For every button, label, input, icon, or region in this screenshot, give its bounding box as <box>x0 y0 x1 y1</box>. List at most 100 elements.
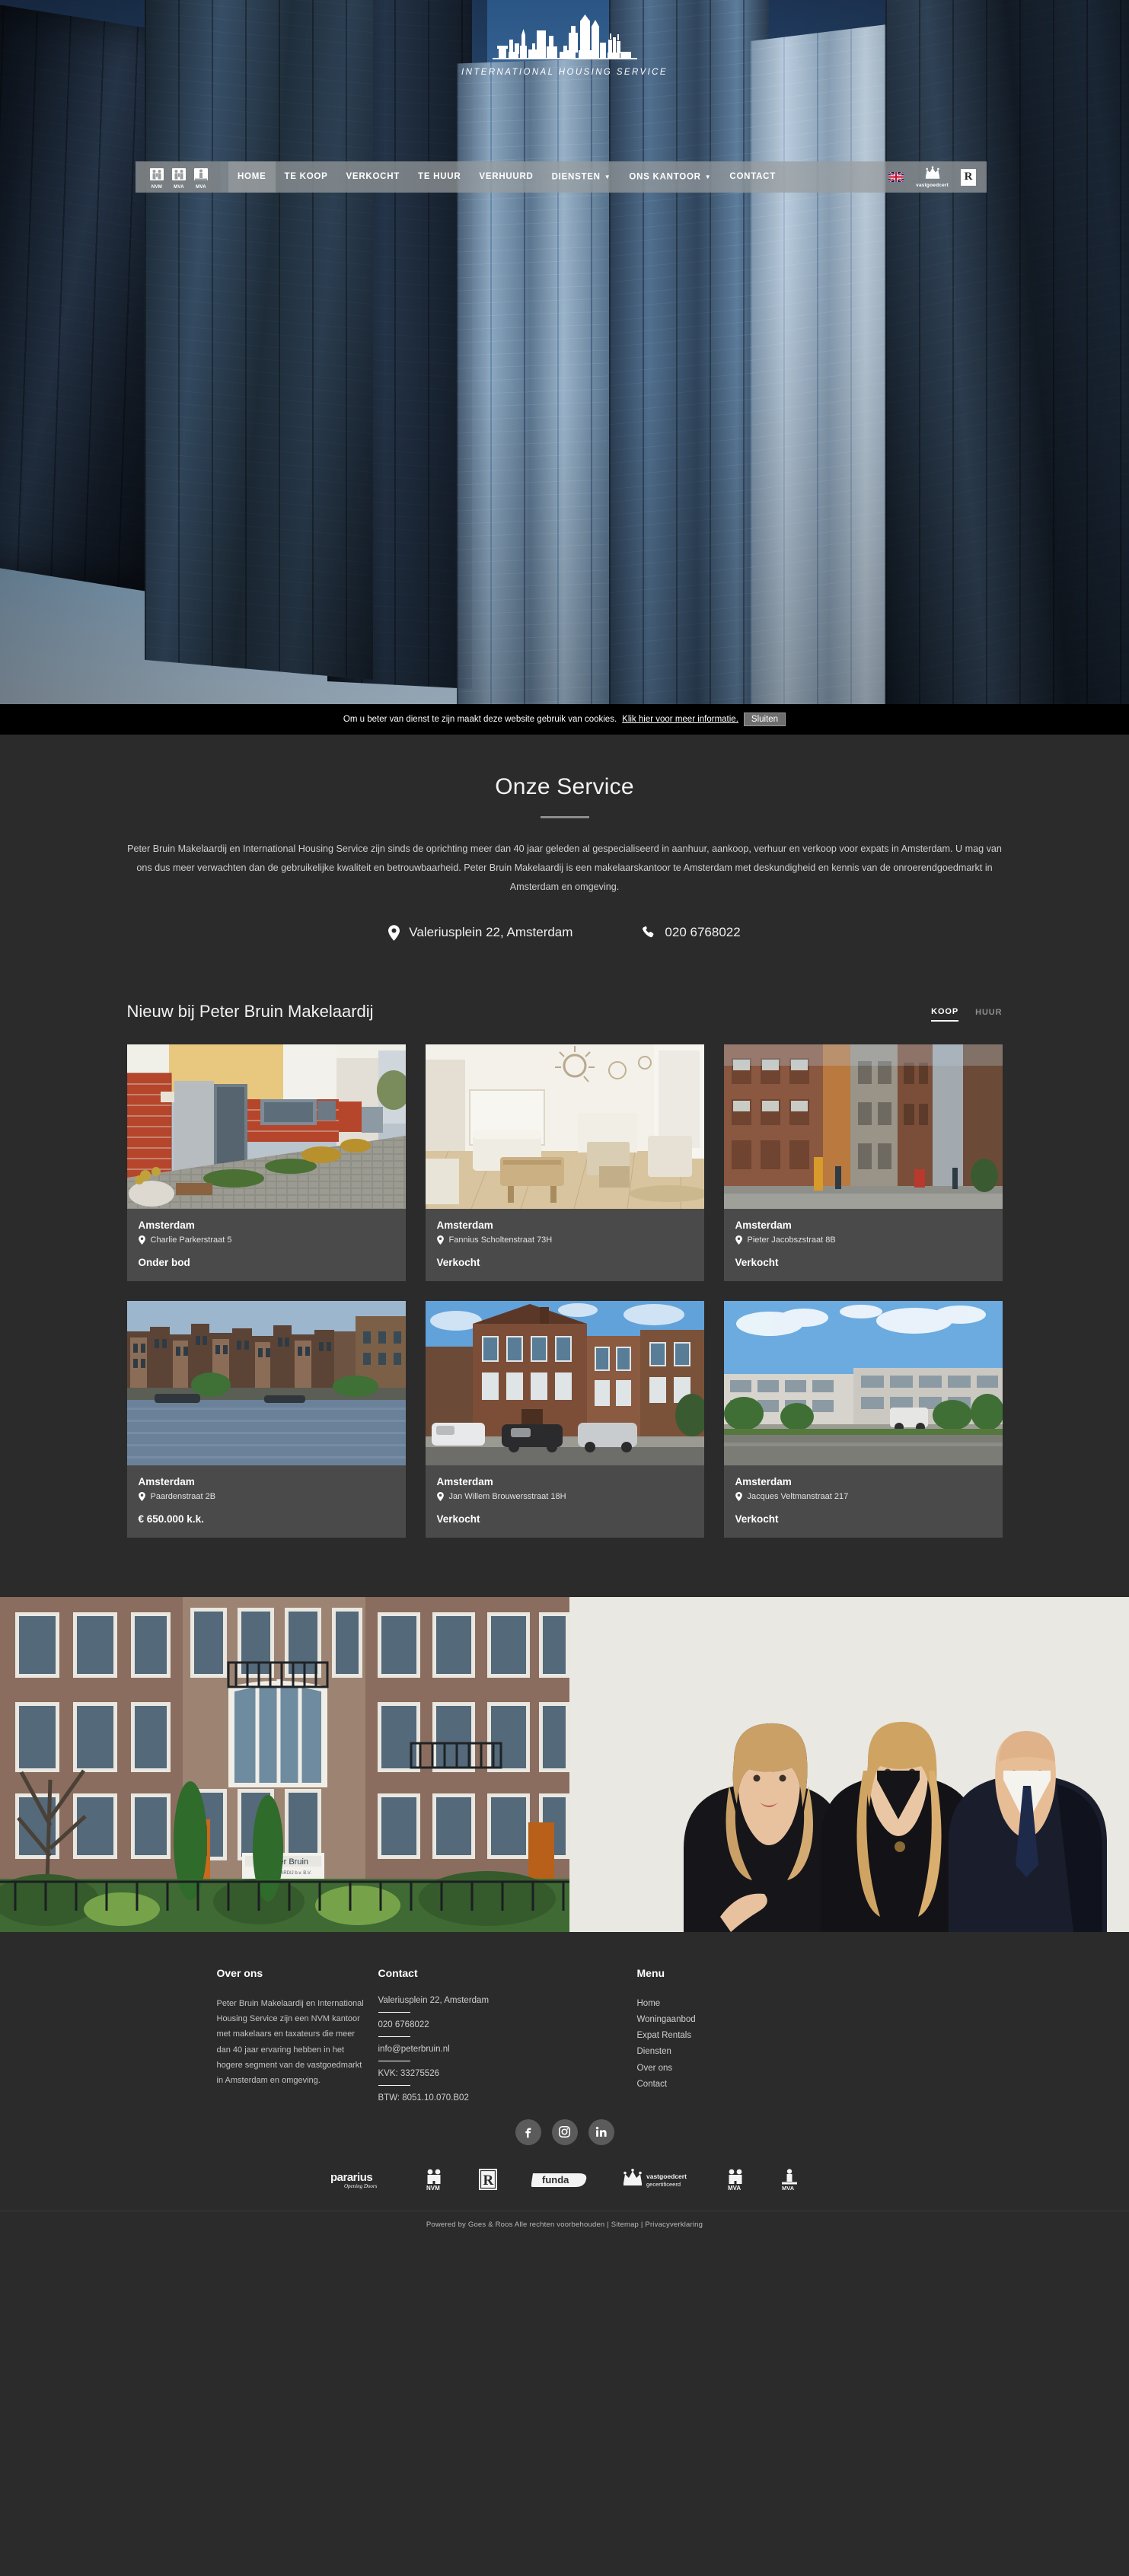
property-address-text: Pieter Jacobszstraat 8B <box>747 1235 836 1245</box>
tab-koop[interactable]: KOOP <box>931 1007 959 1022</box>
cookie-text: Om u beter van dienst te zijn maakt deze… <box>343 715 617 724</box>
property-photo-canal-houses-view <box>126 1300 406 1465</box>
instagram-icon[interactable] <box>551 2119 578 2145</box>
facebook-icon[interactable] <box>515 2119 541 2145</box>
chevron-down-icon: ▼ <box>604 173 611 180</box>
property-address: Jan Willem Brouwersstraat 18H <box>436 1491 693 1501</box>
property-address: Charlie Parkerstraat 5 <box>138 1235 394 1245</box>
property-card[interactable]: Amsterdam Charlie Parkerstraat 5 Onder b… <box>126 1044 406 1281</box>
office-phone-text: 020 6768022 <box>665 925 741 940</box>
sitemap-link[interactable]: Sitemap <box>611 2221 639 2229</box>
nav-item-te-huur[interactable]: TE HUUR <box>409 161 470 193</box>
office-address[interactable]: Valeriusplein 22, Amsterdam <box>388 924 572 941</box>
footer-link-over-ons[interactable]: Over ons <box>637 2061 866 2077</box>
site-footer: Over ons Peter Bruin Makelaardij en Inte… <box>0 1931 1129 2240</box>
property-card[interactable]: Amsterdam Fannius Scholtenstraat 73H Ver… <box>425 1044 704 1281</box>
mva-secondary-partner-logo[interactable]: MVA <box>780 2168 799 2191</box>
city-skyline-icon <box>492 14 637 59</box>
tab-huur[interactable]: HUUR <box>975 1008 1002 1021</box>
footer-menu-heading: Menu <box>636 1966 665 1979</box>
footer-contact-address[interactable]: Valeriusplein 22, Amsterdam <box>378 1996 637 2005</box>
vastgoedcert-partner-logo[interactable]: vastgoedcert gecertificeerd <box>621 2168 691 2190</box>
property-photo-historic-street-facades <box>723 1044 1003 1209</box>
chevron-down-icon: ▼ <box>704 173 712 180</box>
listings-tabs: KOOP HUUR <box>931 1007 1002 1022</box>
svg-text:Opening Doors: Opening Doors <box>344 2183 378 2189</box>
listings-section: Nieuw bij Peter Bruin Makelaardij KOOP H… <box>0 968 1129 1597</box>
property-card[interactable]: Amsterdam Paardenstraat 2B € 650.000 k.k… <box>126 1300 406 1538</box>
map-pin-icon <box>436 1235 444 1245</box>
property-status: Verkocht <box>735 1256 779 1268</box>
footer-about-text: Peter Bruin Makelaardij en International… <box>216 1998 364 2086</box>
uk-flag-icon[interactable] <box>888 172 904 182</box>
social-links <box>0 2119 1129 2145</box>
pararius-logo[interactable]: pararius Opening Doors <box>330 2170 390 2189</box>
office-phone[interactable]: 020 6768022 <box>643 925 741 940</box>
svg-text:pararius: pararius <box>330 2171 372 2184</box>
svg-text:vastgoedcert: vastgoedcert <box>646 2173 687 2180</box>
register-mark-icon[interactable]: R <box>961 168 976 186</box>
mva-secondary-badge-label: MVA <box>196 184 206 190</box>
property-card[interactable]: Amsterdam Jan Willem Brouwersstraat 18H … <box>425 1300 704 1538</box>
footer-contact-phone[interactable]: 020 6768022 <box>378 2020 637 2029</box>
map-pin-icon <box>138 1235 145 1245</box>
main-navigation: NVM MVA MVA HOME TE KOOP VERKOCHT TE HUU… <box>136 161 987 193</box>
nav-association-badges: NVM MVA MVA <box>136 161 221 193</box>
svg-text:gecertificeerd: gecertificeerd <box>646 2181 681 2188</box>
property-city: Amsterdam <box>735 1219 792 1231</box>
property-city: Amsterdam <box>436 1219 493 1231</box>
footer-link-contact[interactable]: Contact <box>637 2077 866 2093</box>
privacy-link[interactable]: Privacyverklaring <box>645 2221 703 2229</box>
map-pin-icon <box>436 1491 444 1501</box>
nav-item-verkocht[interactable]: VERKOCHT <box>337 161 410 193</box>
map-pin-icon <box>735 1491 742 1501</box>
footer-link-diensten[interactable]: Diensten <box>637 2044 866 2060</box>
nvm-badge-label: NVM <box>151 184 163 190</box>
map-pin-icon <box>735 1235 742 1245</box>
linkedin-icon[interactable] <box>588 2119 614 2145</box>
property-photo-bright-living-room <box>425 1044 704 1209</box>
footer-link-home[interactable]: Home <box>637 1996 866 2012</box>
site-logo[interactable]: INTERNATIONAL HOUSING SERVICE <box>0 12 1129 77</box>
separator: | <box>607 2220 609 2229</box>
footer-divider <box>378 2084 410 2086</box>
nav-item-contact[interactable]: CONTACT <box>720 161 785 193</box>
nav-item-verhuurd[interactable]: VERHUURD <box>470 161 542 193</box>
property-card[interactable]: Amsterdam Pieter Jacobszstraat 8B Verkoc… <box>723 1044 1003 1281</box>
property-card[interactable]: Amsterdam Jacques Veltmanstraat 217 Verk… <box>723 1300 1003 1538</box>
service-section: Onze Service Peter Bruin Makelaardij en … <box>0 735 1129 968</box>
property-status: Verkocht <box>436 1256 480 1268</box>
nav-item-home[interactable]: HOME <box>228 161 276 193</box>
footer-contact-heading: Contact <box>378 1966 418 1979</box>
register-partner-logo[interactable]: R <box>478 2168 498 2191</box>
team-portrait-photo <box>569 1596 1129 1932</box>
nav-item-ons-kantoor[interactable]: ONS KANTOOR ▼ <box>620 161 720 193</box>
footer-contact-kvk: KVK: 33275526 <box>378 2068 440 2078</box>
property-city: Amsterdam <box>436 1475 493 1487</box>
property-address-text: Charlie Parkerstraat 5 <box>150 1235 232 1245</box>
nvm-partner-logo[interactable]: NVM <box>423 2168 445 2191</box>
property-photo-modern-townhouse-entrance <box>126 1044 406 1209</box>
funda-logo[interactable]: funda <box>531 2170 588 2189</box>
banner-section: Peter Bruin MAKELAARDIJ b.v. B.V. <box>0 1596 1129 1932</box>
property-address: Fannius Scholtenstraat 73H <box>436 1235 693 1245</box>
cookie-info-link[interactable]: Klik hier voor meer informatie. <box>622 715 738 724</box>
property-address-text: Paardenstraat 2B <box>150 1491 216 1501</box>
property-address-text: Jacques Veltmanstraat 217 <box>747 1491 849 1501</box>
vastgoedcert-logo[interactable]: vastgoedcert <box>916 166 949 188</box>
mva-partner-logo[interactable]: MVA <box>725 2168 746 2191</box>
property-photo-brick-mansion-street <box>425 1300 704 1465</box>
copyright-text: Powered by Goes & Roos Alle rechten voor… <box>426 2220 605 2229</box>
nav-item-diensten[interactable]: DIENSTEN ▼ <box>543 161 620 193</box>
cookie-close-button[interactable]: Sluiten <box>743 713 786 726</box>
nav-right-group: vastgoedcert R <box>888 166 987 188</box>
footer-link-expat-rentals[interactable]: Expat Rentals <box>637 2028 866 2044</box>
property-status: Verkocht <box>735 1513 779 1525</box>
footer-about-heading: Over ons <box>216 1966 263 1979</box>
footer-link-woningaanbod[interactable]: Woningaanbod <box>637 2012 866 2028</box>
map-pin-icon <box>388 924 400 941</box>
footer-contact-email[interactable]: info@peterbruin.nl <box>378 2045 637 2054</box>
service-contact-line: Valeriusplein 22, Amsterdam 020 6768022 <box>0 924 1129 941</box>
nav-item-te-koop[interactable]: TE KOOP <box>276 161 337 193</box>
property-city: Amsterdam <box>138 1219 195 1231</box>
